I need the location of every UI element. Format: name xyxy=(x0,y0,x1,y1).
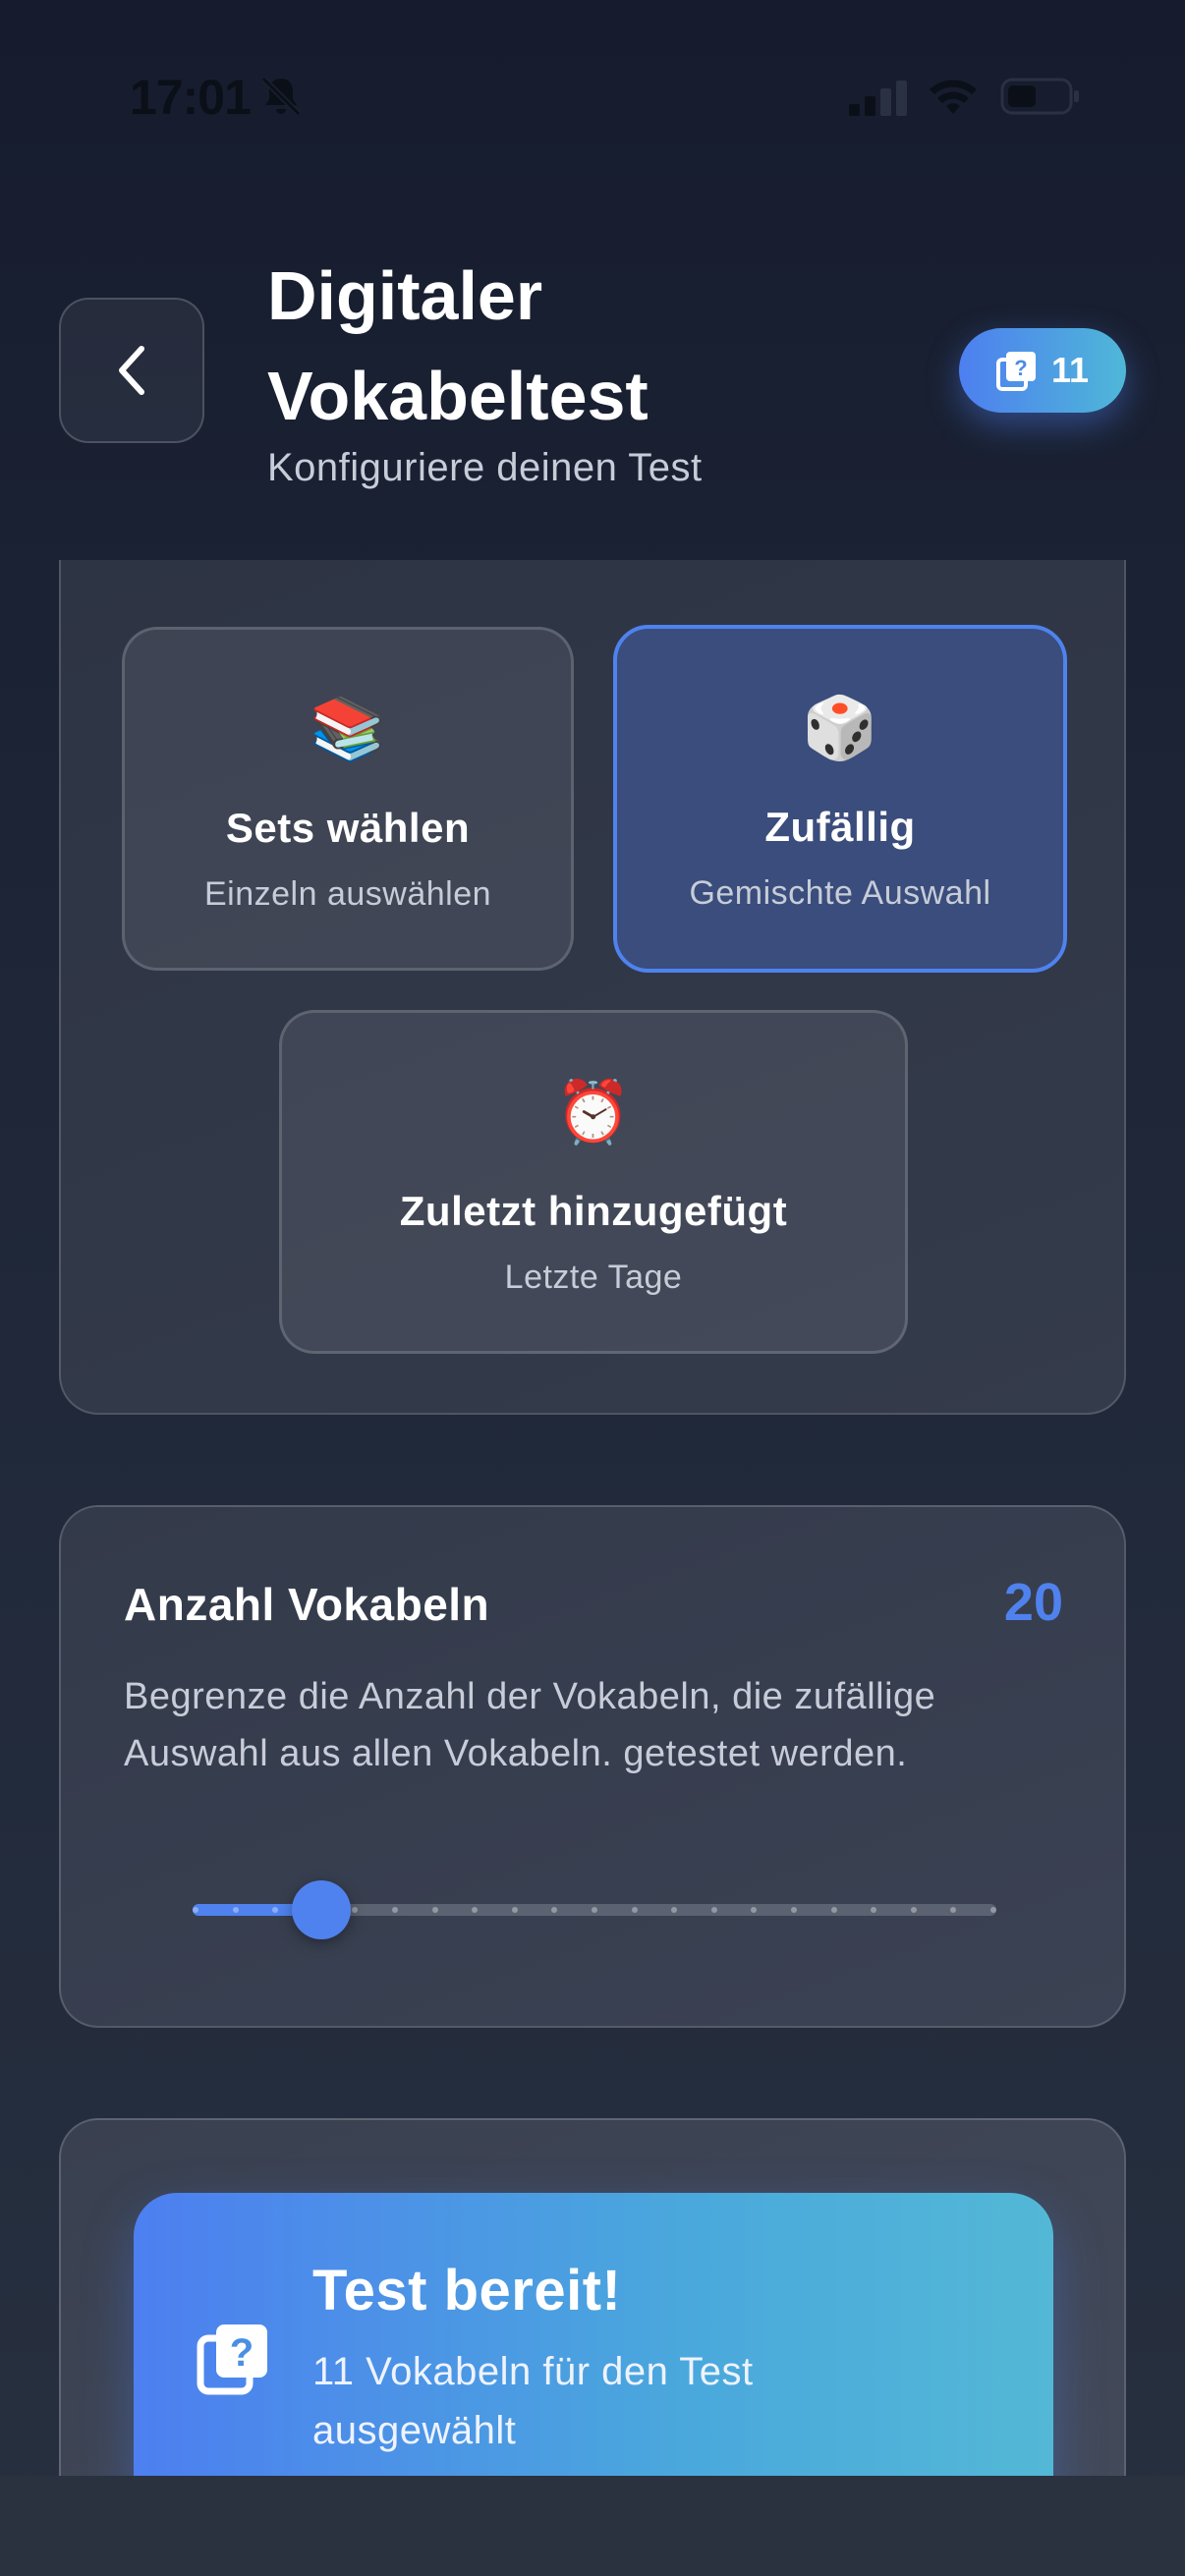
vocab-count-badge[interactable]: ? 11 xyxy=(959,328,1126,413)
slider-thumb[interactable] xyxy=(292,1880,351,1939)
page-subtitle: Konfiguriere deinen Test xyxy=(267,446,703,489)
wifi-icon xyxy=(930,80,977,114)
dice-icon: 🎲 xyxy=(802,695,878,762)
slider-tick xyxy=(512,1907,518,1913)
slider-tick xyxy=(871,1907,876,1913)
page-title: Digitaler Vokabeltest xyxy=(267,257,649,434)
cellular-signal-icon xyxy=(849,81,907,116)
slider-tick xyxy=(392,1907,398,1913)
slider-tick xyxy=(990,1907,996,1913)
slider-tick xyxy=(911,1907,917,1913)
slider-tick xyxy=(233,1907,239,1913)
svg-text:?: ? xyxy=(1014,356,1027,380)
slider-tick xyxy=(472,1907,478,1913)
option-title: Sets wählen xyxy=(225,805,471,851)
slider-tick xyxy=(671,1907,677,1913)
slider-tick xyxy=(272,1907,278,1913)
alarm-clock-icon: ⏰ xyxy=(555,1079,632,1147)
amount-description: Begrenze die Anzahl der Vokabeln, die zu… xyxy=(124,1676,936,1774)
slider-tick xyxy=(432,1907,438,1913)
bottom-safe-area xyxy=(0,2476,1185,2576)
slider-tick xyxy=(950,1907,956,1913)
battery-icon xyxy=(1000,78,1079,115)
vocab-count-value: 11 xyxy=(1050,350,1090,390)
option-zuletzt-hinzugefuegt[interactable]: ⏰ Zuletzt hinzugefügt Letzte Tage xyxy=(279,1010,908,1354)
ready-subtitle: 11 Vokabeln für den Test ausgewählt xyxy=(312,2350,754,2452)
option-sets-waehlen[interactable]: 📚 Sets wählen Einzeln auswählen xyxy=(122,627,574,971)
back-button[interactable] xyxy=(59,298,204,443)
status-time: 17:01 xyxy=(130,70,252,125)
option-subtitle: Letzte Tage xyxy=(504,1259,683,1296)
slider-tick xyxy=(791,1907,797,1913)
books-icon: 📚 xyxy=(310,696,386,763)
slider-tick xyxy=(352,1907,358,1913)
quiz-cards-icon: ? xyxy=(197,2324,267,2395)
test-ready-banner[interactable]: ? Test bereit! 11 Vokabeln für den Test … xyxy=(134,2193,1053,2507)
selection-mode-card: 📚 Sets wählen Einzeln auswählen 🎲 Zufäll… xyxy=(59,560,1126,1415)
vocab-amount-card: Anzahl Vokabeln 20 Begrenze die Anzahl d… xyxy=(59,1505,1126,2028)
slider-tick xyxy=(831,1907,837,1913)
svg-text:?: ? xyxy=(230,2331,254,2375)
bell-slash-icon xyxy=(260,76,302,117)
option-subtitle: Gemischte Auswahl xyxy=(689,874,991,912)
slider-tick xyxy=(592,1907,597,1913)
quiz-cards-icon: ? xyxy=(995,352,1036,391)
slider-tick xyxy=(751,1907,757,1913)
amount-title: Anzahl Vokabeln xyxy=(124,1579,490,1630)
slider-tick xyxy=(632,1907,638,1913)
option-subtitle: Einzeln auswählen xyxy=(203,875,492,913)
amount-value: 20 xyxy=(1003,1573,1063,1632)
option-title: Zuletzt hinzugefügt xyxy=(399,1188,788,1234)
status-bar: 17:01 xyxy=(0,0,1185,196)
slider-tick xyxy=(711,1907,717,1913)
slider-tick xyxy=(193,1907,198,1913)
vocab-amount-slider[interactable] xyxy=(193,1880,996,1939)
option-zufaellig[interactable]: 🎲 Zufällig Gemischte Auswahl xyxy=(613,625,1067,973)
option-title: Zufällig xyxy=(764,804,916,850)
ready-title: Test bereit! xyxy=(312,2259,622,2323)
slider-tick xyxy=(551,1907,557,1913)
chevron-left-icon xyxy=(119,346,144,395)
